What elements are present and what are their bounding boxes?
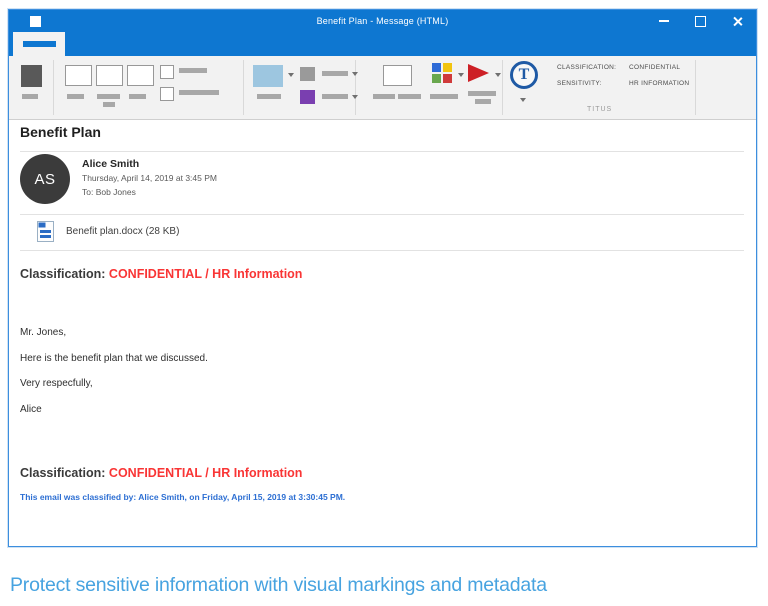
label-placeholder	[322, 94, 348, 99]
label-placeholder	[179, 90, 219, 95]
categorize-icon[interactable]	[432, 63, 452, 83]
label-placeholder	[373, 94, 395, 99]
group-divider	[53, 60, 54, 115]
label-placeholder	[97, 94, 120, 99]
subject: Benefit Plan	[20, 124, 101, 140]
close-icon	[732, 16, 743, 27]
classification-label: Classification:	[20, 466, 106, 480]
dropdown-caret-icon[interactable]	[288, 73, 294, 77]
label-placeholder	[257, 94, 281, 99]
label-placeholder	[129, 94, 146, 99]
dropdown-caret-icon[interactable]	[352, 95, 358, 99]
dropdown-caret-icon[interactable]	[352, 72, 358, 76]
dropdown-caret-icon[interactable]	[458, 73, 464, 77]
body-paragraph: Mr. Jones,	[20, 327, 67, 338]
address-book-placeholder[interactable]	[383, 65, 412, 86]
quad-blue	[432, 63, 441, 72]
recipient-line: To: Bob Jones	[82, 187, 136, 197]
minimize-button[interactable]	[645, 10, 682, 32]
word-doc-icon	[37, 221, 54, 242]
classification-value: CONFIDENTIAL / HR Information	[108, 466, 303, 480]
label-placeholder	[398, 94, 421, 99]
attachment-item[interactable]: Benefit plan.docx (28 KB)	[37, 221, 179, 242]
group-divider	[355, 60, 356, 115]
message-body-pane: Benefit Plan AS Alice Smith Thursday, Ap…	[9, 120, 756, 546]
label-placeholder	[475, 99, 491, 104]
label-placeholder	[468, 91, 496, 96]
label-placeholder	[67, 94, 84, 99]
checkbox-placeholder[interactable]	[160, 87, 174, 101]
titus-sensitivity-label: SENSITIVITY:	[557, 80, 602, 87]
sender-avatar[interactable]: AS	[20, 154, 70, 204]
group-divider	[502, 60, 503, 115]
sent-date: Thursday, April 14, 2019 at 3:45 PM	[82, 173, 217, 183]
divider	[20, 250, 744, 251]
font-button-placeholder[interactable]	[65, 65, 92, 86]
page-caption: Protect sensitive information with visua…	[10, 574, 547, 596]
message-window: Benefit Plan - Message (HTML) T CLASSIFI…	[8, 9, 757, 547]
close-button[interactable]	[719, 10, 756, 32]
dropdown-caret-icon[interactable]	[495, 73, 501, 77]
window-title: Benefit Plan - Message (HTML)	[316, 16, 449, 26]
maximize-button[interactable]	[682, 10, 719, 32]
checkbox-placeholder[interactable]	[160, 65, 174, 79]
body-paragraph: Very respecfully,	[20, 378, 93, 389]
quad-yellow	[443, 63, 452, 72]
titus-group-name: TITUS	[587, 106, 613, 113]
maximize-icon	[695, 15, 706, 27]
label-placeholder	[322, 71, 348, 76]
divider	[20, 214, 744, 215]
paste-button-placeholder[interactable]	[21, 65, 42, 87]
tab-message[interactable]	[13, 32, 65, 56]
highlight-color-swatch[interactable]	[253, 65, 283, 87]
titus-logo-icon[interactable]: T	[510, 61, 538, 89]
ribbon: T CLASSIFICATION: CONFIDENTIAL SENSITIVI…	[9, 56, 756, 120]
sender-name[interactable]: Alice Smith	[82, 158, 139, 170]
classification-label: Classification:	[20, 267, 106, 281]
app-icon	[30, 15, 41, 27]
divider	[20, 151, 744, 152]
quad-red	[443, 74, 452, 83]
font-color-swatch[interactable]	[300, 90, 315, 104]
titus-classification-label: CLASSIFICATION:	[557, 64, 617, 71]
titus-sensitivity-value: HR INFORMATION	[629, 80, 690, 87]
window-controls	[645, 10, 756, 32]
group-divider	[695, 60, 696, 115]
font-button-placeholder[interactable]	[96, 65, 123, 86]
group-divider	[243, 60, 244, 115]
label-placeholder	[22, 94, 38, 99]
titus-classification-value: CONFIDENTIAL	[629, 64, 681, 71]
ribbon-tabstrip	[9, 32, 756, 56]
quad-green	[432, 74, 441, 83]
classification-value: CONFIDENTIAL / HR Information	[108, 267, 303, 281]
minimize-icon	[658, 20, 669, 22]
body-paragraph: Here is the benefit plan that we discuss…	[20, 353, 208, 364]
body-paragraph: Alice	[20, 404, 42, 415]
label-placeholder	[430, 94, 458, 99]
classified-by-line: This email was classified by: Alice Smit…	[20, 492, 346, 502]
font-button-placeholder[interactable]	[127, 65, 154, 86]
classification-footer: Classification: CONFIDENTIAL / HR Inform…	[20, 466, 302, 480]
label-placeholder	[103, 102, 115, 107]
follow-up-flag-icon[interactable]	[468, 64, 489, 82]
classification-header: Classification: CONFIDENTIAL / HR Inform…	[20, 267, 302, 281]
label-placeholder	[179, 68, 207, 73]
titus-dropdown-caret-icon[interactable]	[520, 98, 526, 102]
attachment-name: Benefit plan.docx (28 KB)	[66, 226, 180, 237]
gray-swatch-button[interactable]	[300, 67, 315, 81]
tab-label-placeholder	[22, 41, 56, 47]
titlebar: Benefit Plan - Message (HTML)	[9, 10, 756, 32]
